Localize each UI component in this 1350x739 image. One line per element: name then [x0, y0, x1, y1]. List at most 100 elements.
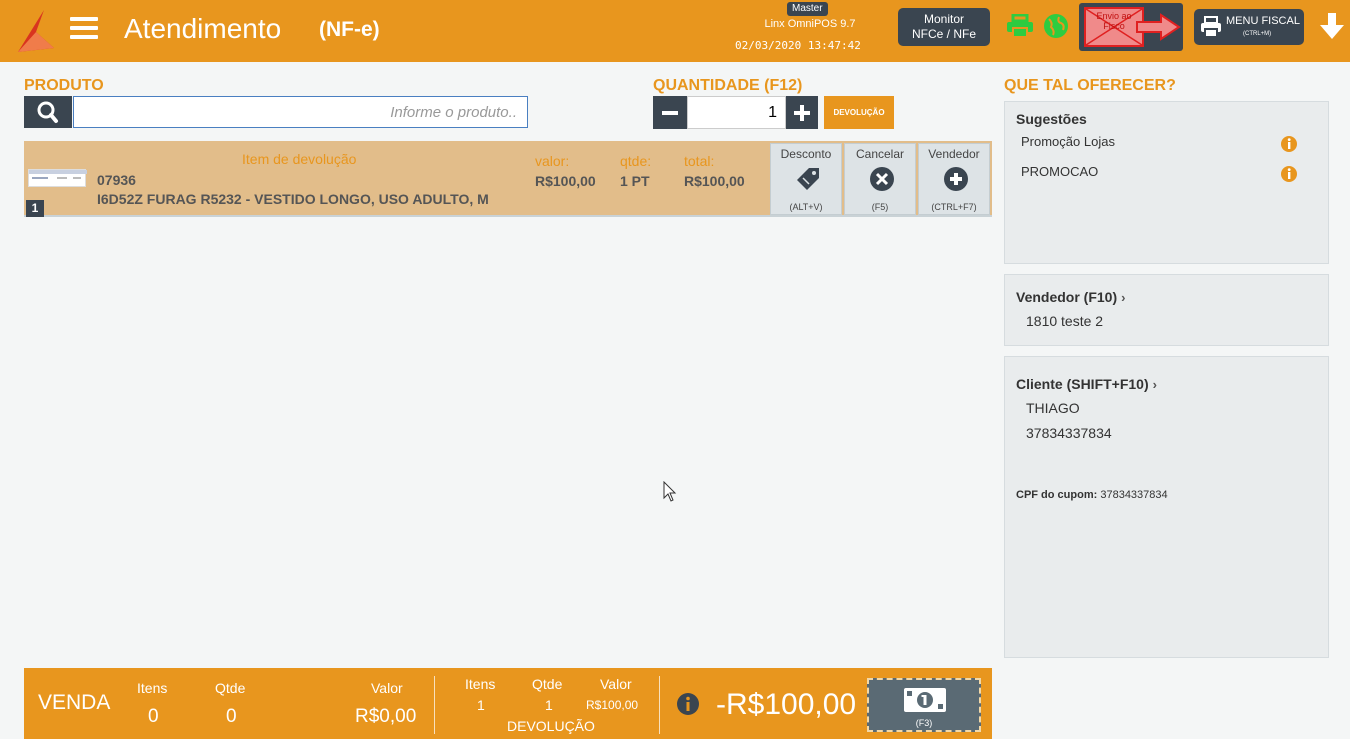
- menu-fiscal-shortcut: (CTRL+M): [1243, 31, 1272, 37]
- qty-plus-button[interactable]: [786, 96, 818, 129]
- sugestao-item[interactable]: Promoção Lojas: [1021, 134, 1115, 149]
- product-search-input[interactable]: [73, 96, 528, 128]
- vendedor-item-button[interactable]: Vendedor (CTRL+F7): [918, 143, 990, 215]
- qtde-label: Qtde: [215, 680, 246, 696]
- tag-icon: [797, 168, 819, 190]
- cpf-label: CPF do cupom:: [1016, 489, 1098, 501]
- venda-label: VENDA: [38, 691, 111, 714]
- info-icon[interactable]: [1280, 135, 1298, 153]
- vendedor-panel[interactable]: Vendedor (F10) › 1810 teste 2: [1004, 274, 1329, 346]
- top-bar: Atendimento (NF-e) Master Linx OmniPOS 9…: [0, 0, 1350, 62]
- dev-itens-value: 1: [477, 697, 485, 713]
- monitor-nfce-button[interactable]: Monitor NFCe / NFe: [898, 8, 990, 46]
- chevron-right-icon: ›: [1121, 290, 1126, 305]
- oferecer-title: QUE TAL OFERECER?: [1004, 77, 1176, 94]
- money-bill-icon: [904, 688, 946, 712]
- item-index: 1: [26, 200, 44, 217]
- dev-valor-label: Valor: [600, 676, 632, 692]
- item-code: 07936: [97, 172, 136, 188]
- quantidade-label: QUANTIDADE (F12): [653, 77, 803, 94]
- item-valor: R$100,00: [535, 173, 596, 189]
- cancelar-shortcut: (F5): [871, 202, 889, 212]
- cliente-doc: 37834337834: [1026, 425, 1112, 441]
- search-icon: [37, 101, 58, 123]
- item-valor-label: valor:: [535, 153, 570, 169]
- itens-value: 0: [148, 706, 159, 727]
- cliente-title[interactable]: Cliente (SHIFT+F10) ›: [1016, 376, 1157, 392]
- totals-bar: VENDA Itens 0 Qtde 0 Valor R$0,00 Itens …: [24, 668, 992, 739]
- divider: [434, 676, 435, 734]
- itens-label: Itens: [137, 680, 168, 696]
- item-total: R$100,00: [684, 173, 745, 189]
- send-arrow-icon: [1136, 13, 1181, 41]
- produto-label: PRODUTO: [24, 77, 104, 94]
- dev-qtde-label: Qtde: [532, 676, 563, 692]
- item-qtde: 1 PT: [620, 173, 650, 189]
- item-description: I6D52Z FURAG R5232 - VESTIDO LONGO, USO …: [97, 191, 489, 207]
- hamburger-menu-icon[interactable]: [70, 17, 98, 39]
- search-button[interactable]: [24, 96, 72, 128]
- cliente-name: THIAGO: [1026, 400, 1080, 416]
- plus-icon: [794, 105, 810, 121]
- payment-button[interactable]: (F3): [867, 678, 981, 732]
- dev-itens-label: Itens: [465, 676, 496, 692]
- desconto-button[interactable]: Desconto (ALT+V): [770, 143, 842, 215]
- sugestoes-panel: Sugestões Promoção Lojas PROMOCAO: [1004, 101, 1329, 264]
- cliente-panel[interactable]: Cliente (SHIFT+F10) › THIAGO 37834337834 …: [1004, 356, 1329, 658]
- globe-status-icon[interactable]: [1043, 13, 1069, 39]
- linx-logo-icon: [18, 10, 54, 52]
- item-qtde-label: qtde:: [620, 153, 652, 169]
- sugestao-item[interactable]: PROMOCAO: [1021, 164, 1098, 179]
- page-subtitle: (NF-e): [319, 18, 380, 41]
- desconto-label: Desconto: [780, 147, 832, 161]
- datetime: 02/03/2020 13:47:42: [735, 39, 861, 52]
- grand-total: -R$100,00: [716, 688, 857, 721]
- item-row[interactable]: 1 Item de devolução 07936 I6D52Z FURAG R…: [24, 141, 992, 217]
- devolucao-footer-label: DEVOLUÇÃO: [507, 718, 595, 734]
- vendedor-item-label: Vendedor: [928, 147, 980, 161]
- vendedor-title[interactable]: Vendedor (F10) ›: [1016, 289, 1125, 305]
- thumbnail-image-icon: [29, 170, 87, 179]
- mouse-cursor-icon: [663, 481, 677, 502]
- desconto-shortcut: (ALT+V): [789, 202, 823, 212]
- chevron-right-icon: ›: [1152, 377, 1157, 392]
- monitor-label: Monitor: [923, 12, 964, 26]
- monitor-sublabel: NFCe / NFe: [911, 27, 976, 41]
- quantity-input[interactable]: [687, 96, 786, 129]
- divider: [659, 676, 660, 734]
- info-icon[interactable]: [1280, 165, 1298, 183]
- arrow-down-icon[interactable]: [1318, 11, 1346, 41]
- printer-status-icon[interactable]: [1006, 14, 1034, 38]
- item-total-label: total:: [684, 153, 715, 169]
- cpf-value: 37834337834: [1100, 489, 1168, 501]
- qty-minus-button[interactable]: [653, 96, 687, 129]
- product-thumbnail: [28, 169, 87, 187]
- info-icon[interactable]: [676, 692, 700, 716]
- close-circle-icon: [870, 167, 894, 191]
- dev-qtde-value: 1: [545, 697, 553, 713]
- envio-fisco-text: Envio ao Fisco: [1096, 11, 1132, 31]
- plus-circle-icon: [944, 167, 968, 191]
- valor-value: R$0,00: [355, 706, 417, 727]
- payment-shortcut: (F3): [915, 718, 933, 728]
- menu-fiscal-label: MENU FISCAL: [1226, 15, 1300, 27]
- item-subtitle: Item de devolução: [242, 151, 357, 167]
- master-badge: Master: [787, 2, 828, 16]
- sugestoes-title: Sugestões: [1016, 111, 1087, 127]
- vendedor-title-text: Vendedor (F10): [1016, 289, 1118, 305]
- page-title: Atendimento: [124, 13, 282, 44]
- cancelar-button[interactable]: Cancelar (F5): [844, 143, 916, 215]
- menu-fiscal-button[interactable]: MENU FISCAL (CTRL+M): [1194, 9, 1304, 45]
- qtde-value: 0: [226, 706, 237, 727]
- printer-icon: [1201, 16, 1221, 38]
- app-version: Linx OmniPOS 9.7: [764, 18, 856, 30]
- vendedor-value: 1810 teste 2: [1026, 313, 1104, 329]
- cliente-title-text: Cliente (SHIFT+F10): [1016, 376, 1149, 392]
- cancelar-label: Cancelar: [855, 147, 905, 161]
- valor-label: Valor: [371, 680, 403, 696]
- minus-icon: [662, 111, 678, 115]
- dev-valor-value: R$100,00: [586, 698, 639, 712]
- cpf-cupom: CPF do cupom: 37834337834: [1016, 489, 1168, 501]
- envio-fisco-button[interactable]: Envio ao Fisco: [1079, 3, 1183, 51]
- devolucao-button[interactable]: DEVOLUÇÃO: [824, 96, 894, 129]
